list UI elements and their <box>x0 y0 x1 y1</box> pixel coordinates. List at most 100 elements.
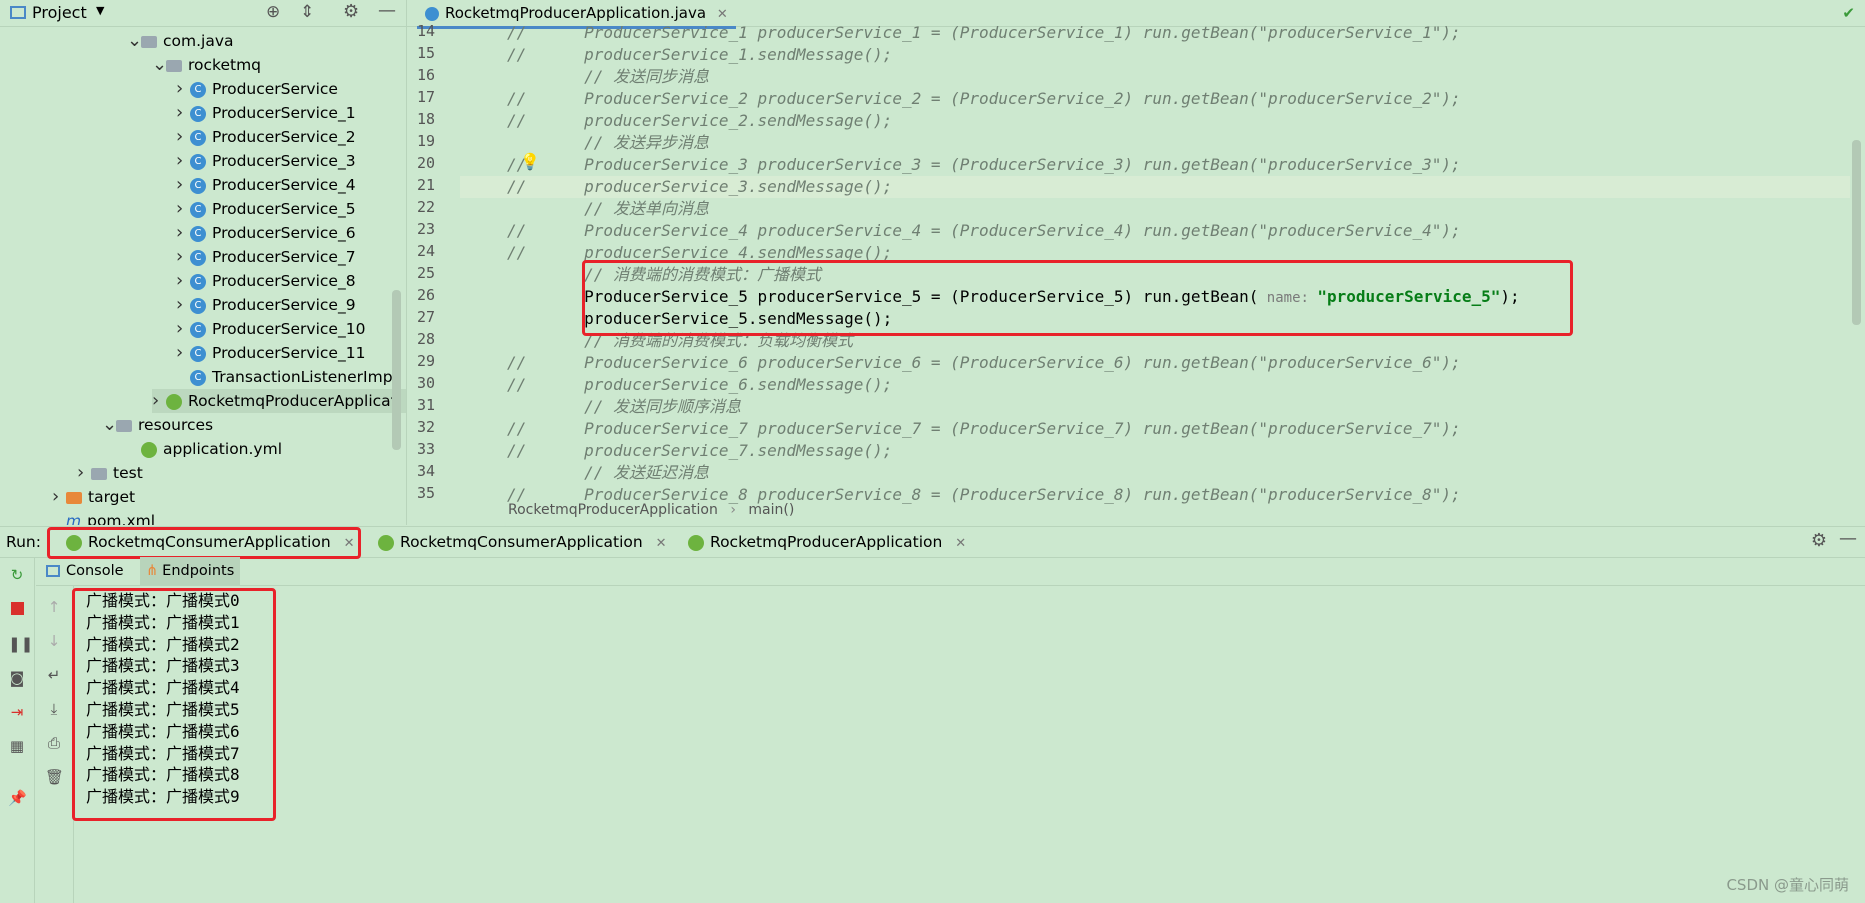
chevron-right-icon[interactable]: › <box>176 173 190 197</box>
spring-class-icon <box>425 6 439 21</box>
soft-wrap-icon[interactable]: ↵ <box>45 666 63 684</box>
chevron-right-icon[interactable]: › <box>176 77 190 101</box>
code-text: // producerService_1.sendMessage(); <box>507 45 893 64</box>
chevron-right-icon[interactable]: › <box>176 317 190 341</box>
pause-icon[interactable]: ❚❚ <box>8 635 33 653</box>
chevron-right-icon[interactable]: › <box>176 245 190 269</box>
code-text: // producerService_3.sendMessage(); <box>507 177 893 196</box>
close-icon[interactable]: ✕ <box>656 536 667 551</box>
up-arrow-icon[interactable]: ↑ <box>45 598 63 616</box>
tree-item[interactable]: application.yml <box>127 437 282 461</box>
breadcrumb-method[interactable]: main() <box>748 502 794 518</box>
tree-item[interactable]: › RocketmqProducerApplicati <box>152 389 406 413</box>
chevron-right-icon[interactable]: › <box>152 389 166 413</box>
code-text: // 发送同步消息 <box>507 67 709 86</box>
tree-item[interactable]: › C ProducerService_10 <box>176 317 365 341</box>
stop-icon[interactable] <box>8 601 26 619</box>
chevron-right-icon[interactable]: › <box>176 341 190 365</box>
tree-item[interactable]: › C ProducerService_2 <box>176 125 356 149</box>
minimize-icon[interactable]: — <box>378 0 396 21</box>
trash-icon[interactable]: 🗑 <box>45 768 64 786</box>
tree-item-label: pom.xml <box>87 512 156 525</box>
tree-item[interactable]: › target <box>52 485 135 509</box>
gear-icon[interactable]: ⚙ <box>343 1 359 22</box>
tree-item[interactable]: ⌄ com.java <box>127 29 234 53</box>
close-icon[interactable]: ✕ <box>955 536 966 551</box>
chevron-right-icon[interactable]: › <box>77 461 91 485</box>
chevron-right-icon[interactable]: › <box>176 197 190 221</box>
locate-icon[interactable]: ⊕ <box>266 2 280 22</box>
tree-item[interactable]: › C ProducerService_11 <box>176 341 365 365</box>
class-icon: C <box>190 105 206 122</box>
tree-item[interactable]: › test <box>77 461 143 485</box>
class-icon: C <box>190 81 206 98</box>
tree-item-label: test <box>113 464 143 482</box>
tree-item[interactable]: › C ProducerService <box>176 77 338 101</box>
console-icon <box>46 565 60 577</box>
tree-item[interactable]: › C ProducerService_1 <box>176 101 356 125</box>
tab-endpoints[interactable]: ⋔ Endpoints <box>140 557 241 585</box>
tree-item[interactable]: C TransactionListenerImpl <box>176 365 397 389</box>
project-scrollbar[interactable] <box>392 290 401 450</box>
tree-item[interactable]: › C ProducerService_4 <box>176 173 356 197</box>
rerun-icon[interactable]: ↻ <box>8 566 26 584</box>
spring-icon <box>141 441 157 458</box>
class-icon: C <box>190 225 206 242</box>
tree-item[interactable]: › C ProducerService_8 <box>176 269 356 293</box>
run-tab-producer[interactable]: RocketmqProducerApplication ✕ <box>688 527 966 557</box>
lightbulb-icon[interactable]: 💡 <box>520 152 540 171</box>
editor-scrollbar[interactable] <box>1852 140 1861 325</box>
chevron-down-icon[interactable]: ▼ <box>96 4 104 17</box>
line-number: 27 <box>416 308 435 326</box>
scroll-to-end-icon[interactable]: ⤓ <box>45 700 63 718</box>
exit-icon[interactable]: ⇥ <box>8 703 26 721</box>
tree-item-label: ProducerService_9 <box>212 296 356 314</box>
tree-item[interactable]: ⌄ rocketmq <box>152 53 261 77</box>
down-arrow-icon[interactable]: ↓ <box>45 632 63 650</box>
close-icon[interactable]: ✕ <box>717 7 728 22</box>
line-number: 33 <box>416 440 435 458</box>
gear-icon[interactable]: ⚙ <box>1811 530 1827 551</box>
minimize-icon[interactable]: — <box>1839 528 1857 549</box>
collapse-icon[interactable]: ⇕ <box>300 2 314 22</box>
tree-item-label: ProducerService_11 <box>212 344 366 362</box>
project-panel: Project ▼ ⊕ ⇕ ⚙ — ⌄ com.java ⌄ rocketmq › C Pr… <box>0 0 407 525</box>
tree-item[interactable]: › C ProducerService_7 <box>176 245 356 269</box>
chevron-down-icon[interactable]: ⌄ <box>127 29 142 53</box>
tab-console[interactable]: Console <box>40 557 130 585</box>
chevron-right-icon[interactable]: › <box>176 149 190 173</box>
layout-icon[interactable]: ▦ <box>8 737 26 755</box>
tree-item[interactable]: m pom.xml <box>52 509 155 525</box>
tree-item-label: TransactionListenerImpl <box>212 368 397 386</box>
chevron-right-icon[interactable]: › <box>176 125 190 149</box>
chevron-right-icon[interactable]: › <box>176 101 190 125</box>
pin-icon[interactable]: 📌 <box>8 789 27 807</box>
chevron-down-icon[interactable]: ⌄ <box>102 413 117 437</box>
tree-item-label: ProducerService_4 <box>212 176 356 194</box>
run-tab-consumer-2[interactable]: RocketmqConsumerApplication ✕ <box>378 527 667 557</box>
code-text: // ProducerService_3 producerService_3 =… <box>507 155 1461 174</box>
chevron-down-icon[interactable]: ⌄ <box>152 53 167 77</box>
code-line: // producerService_3.sendMessage(); <box>507 176 892 198</box>
tree-item-label: application.yml <box>163 440 283 458</box>
code-text: // producerService_6.sendMessage(); <box>507 375 893 394</box>
camera-icon[interactable]: ◙ <box>8 669 26 687</box>
tree-item[interactable]: › C ProducerService_9 <box>176 293 356 317</box>
tree-item-label: RocketmqProducerApplicati <box>188 392 402 410</box>
project-title[interactable]: Project <box>32 3 87 22</box>
chevron-right-icon[interactable]: › <box>176 293 190 317</box>
tree-item[interactable]: › C ProducerService_3 <box>176 149 356 173</box>
breadcrumb-class[interactable]: RocketmqProducerApplication <box>508 502 718 518</box>
endpoints-icon: ⋔ <box>146 563 159 579</box>
line-number: 18 <box>416 110 435 128</box>
print-icon[interactable]: ⎙ <box>45 734 63 752</box>
class-icon: C <box>190 201 206 218</box>
highlight-box-code <box>582 260 1573 336</box>
tree-item[interactable]: ⌄ resources <box>102 413 213 437</box>
code-line: // ProducerService_7 producerService_7 =… <box>507 418 1461 440</box>
tree-item[interactable]: › C ProducerService_6 <box>176 221 356 245</box>
chevron-right-icon[interactable]: › <box>52 485 66 509</box>
tree-item[interactable]: › C ProducerService_5 <box>176 197 356 221</box>
chevron-right-icon[interactable]: › <box>176 221 190 245</box>
chevron-right-icon[interactable]: › <box>176 269 190 293</box>
